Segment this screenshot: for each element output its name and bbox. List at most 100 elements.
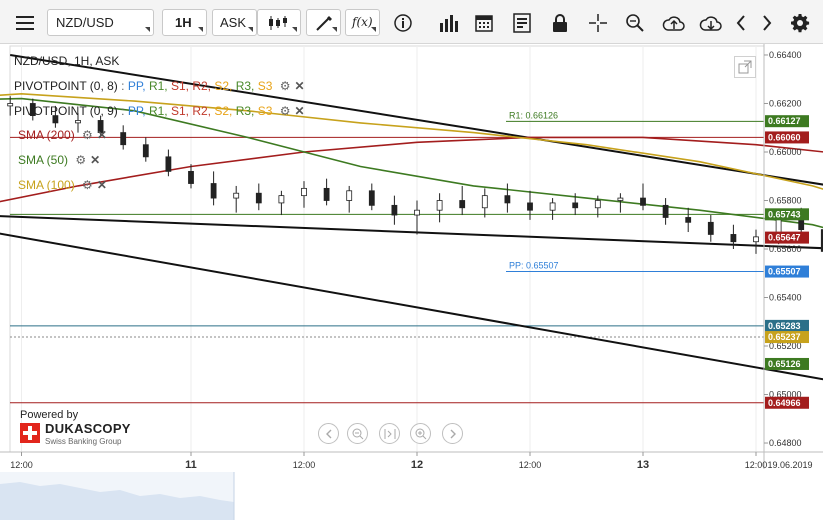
instrument-label: NZD/USD xyxy=(56,15,114,30)
volume-bars-icon[interactable] xyxy=(435,9,462,36)
sma100-legend[interactable]: SMA (100) ⚙ ✕ xyxy=(18,178,107,192)
period-label: 1H xyxy=(175,15,192,30)
close-icon[interactable]: ✕ xyxy=(97,178,107,192)
candle-body xyxy=(504,195,511,204)
lock-icon[interactable] xyxy=(546,9,573,36)
price-markers: 0.66127 0.66060 0.65743 0.65647 0.65507 0.652… xyxy=(765,115,809,409)
side-selector[interactable]: ASK xyxy=(212,9,257,36)
candle-body xyxy=(707,221,714,235)
sma200-label: SMA (200) xyxy=(18,128,75,142)
candle-body xyxy=(549,202,556,211)
candle-body xyxy=(233,192,240,199)
pivot-item-pp: PP, xyxy=(127,79,149,93)
candle-body xyxy=(346,190,353,201)
close-icon[interactable]: ✕ xyxy=(295,104,305,118)
price-tick-label: 0.64800 xyxy=(769,438,802,448)
calendar-icon[interactable] xyxy=(470,9,497,36)
pivot-legend-1[interactable]: PIVOTPOINT (0, 8) : PP, R1, S1, R2, S2, … xyxy=(14,79,305,93)
pivot2-items: PP, R1, S1, R2, S2, R3, S3 xyxy=(128,104,276,118)
scroll-left-button[interactable] xyxy=(318,423,339,444)
price-tick-label: 0.66200 xyxy=(769,98,802,108)
gear-icon[interactable]: ⚙ xyxy=(280,104,291,118)
chart-type-button[interactable] xyxy=(257,9,301,36)
navigator-window[interactable] xyxy=(0,472,234,520)
candle-body xyxy=(120,132,127,146)
time-axis-date-label: 19.06.2019 xyxy=(767,460,812,470)
indicators-button[interactable]: f(x) xyxy=(345,9,380,36)
dukascopy-logo-icon xyxy=(20,423,40,443)
scroll-right-button[interactable] xyxy=(442,423,463,444)
crosshair-icon[interactable] xyxy=(584,9,611,36)
candle-body xyxy=(640,197,646,206)
pivot-item-r3: R3, xyxy=(235,104,258,118)
gear-icon[interactable]: ⚙ xyxy=(280,79,291,93)
price-tick-label: 0.66000 xyxy=(769,147,802,157)
dukascopy-logo-text: DUKASCOPY xyxy=(45,421,131,436)
close-icon[interactable]: ✕ xyxy=(295,79,305,93)
zoom-icon[interactable] xyxy=(621,9,648,36)
sma100-label: SMA (100) xyxy=(18,178,75,192)
sma200-legend[interactable]: SMA (200) ⚙ ✕ xyxy=(18,128,107,142)
menu-icon[interactable] xyxy=(11,9,38,36)
price-marker-label: 0.65507 xyxy=(768,267,801,277)
candle-body xyxy=(188,170,194,184)
pivot-item-r2: R2, xyxy=(192,79,215,93)
pivot-item-s2: S2, xyxy=(214,79,236,93)
price-tick-label: 0.66400 xyxy=(769,50,802,60)
chevron-left-icon[interactable] xyxy=(727,9,754,36)
price-tick-label: 0.65600 xyxy=(769,244,802,254)
chevron-down-icon xyxy=(198,27,203,32)
side-label: ASK xyxy=(220,15,247,30)
candle-body xyxy=(594,200,601,209)
pivot-item-s2: S2, xyxy=(214,104,236,118)
time-axis: 12:001112:001212:001312:001412:001712:00… xyxy=(0,451,823,471)
info-icon[interactable] xyxy=(389,9,416,36)
powered-by-label: Powered by xyxy=(20,409,79,421)
candle-body xyxy=(255,192,262,204)
candle-body xyxy=(459,200,466,209)
gear-icon[interactable]: ⚙ xyxy=(82,178,93,192)
sma200-line xyxy=(0,136,823,203)
candle-body xyxy=(436,200,443,211)
navigator-panel[interactable] xyxy=(0,472,823,520)
dukascopy-logo-subtitle: Swiss Banking Group xyxy=(45,437,122,446)
candle-body xyxy=(75,120,81,124)
function-icon: f(x) xyxy=(352,15,373,29)
chevron-down-icon xyxy=(332,27,337,32)
time-tick-label: 11 xyxy=(185,459,197,471)
sma50-legend[interactable]: SMA (50) ⚙ ✕ xyxy=(18,153,100,167)
candle-body xyxy=(165,156,172,172)
price-marker-label: 0.65237 xyxy=(768,332,801,342)
draw-tools-button[interactable] xyxy=(306,9,341,36)
time-tick-label: 12:00 xyxy=(10,460,33,470)
pivot-item-s3: S3 xyxy=(257,79,276,93)
pivot-legend-2[interactable]: PIVOTPOINT (0, 9) : PP, R1, S1, R2, S2, … xyxy=(14,104,305,118)
candle-body xyxy=(142,144,149,158)
pivot-item-s3: S3 xyxy=(257,104,276,118)
report-icon[interactable] xyxy=(508,9,535,36)
upload-cloud-icon[interactable] xyxy=(660,9,687,36)
price-tick-label: 0.65400 xyxy=(769,293,802,303)
download-cloud-icon[interactable] xyxy=(697,9,724,36)
gear-icon[interactable] xyxy=(786,9,813,36)
gear-icon[interactable]: ⚙ xyxy=(82,128,93,142)
gear-icon[interactable]: ⚙ xyxy=(75,153,86,167)
chevron-right-icon[interactable] xyxy=(753,9,780,36)
close-icon[interactable]: ✕ xyxy=(97,128,107,142)
time-tick-label: 12:00 xyxy=(745,460,768,470)
price-marker-label: 0.64966 xyxy=(768,398,801,408)
price-marker-label: 0.65647 xyxy=(768,233,801,243)
reset-view-button[interactable] xyxy=(379,423,400,444)
candle-body xyxy=(323,187,330,201)
price-marker-label: 0.65743 xyxy=(768,209,801,219)
candle-body xyxy=(527,202,533,211)
popout-icon[interactable] xyxy=(734,56,756,78)
pivot1-label: PIVOTPOINT (0, 8) xyxy=(14,79,118,93)
zoom-out-button[interactable] xyxy=(347,423,368,444)
period-selector[interactable]: 1H xyxy=(162,9,207,36)
pivot-label-pp: PP: 0.65507 xyxy=(509,261,559,271)
close-icon[interactable]: ✕ xyxy=(90,153,100,167)
candle-body xyxy=(391,204,398,216)
zoom-in-button[interactable] xyxy=(410,423,431,444)
instrument-selector[interactable]: NZD/USD xyxy=(47,9,154,36)
